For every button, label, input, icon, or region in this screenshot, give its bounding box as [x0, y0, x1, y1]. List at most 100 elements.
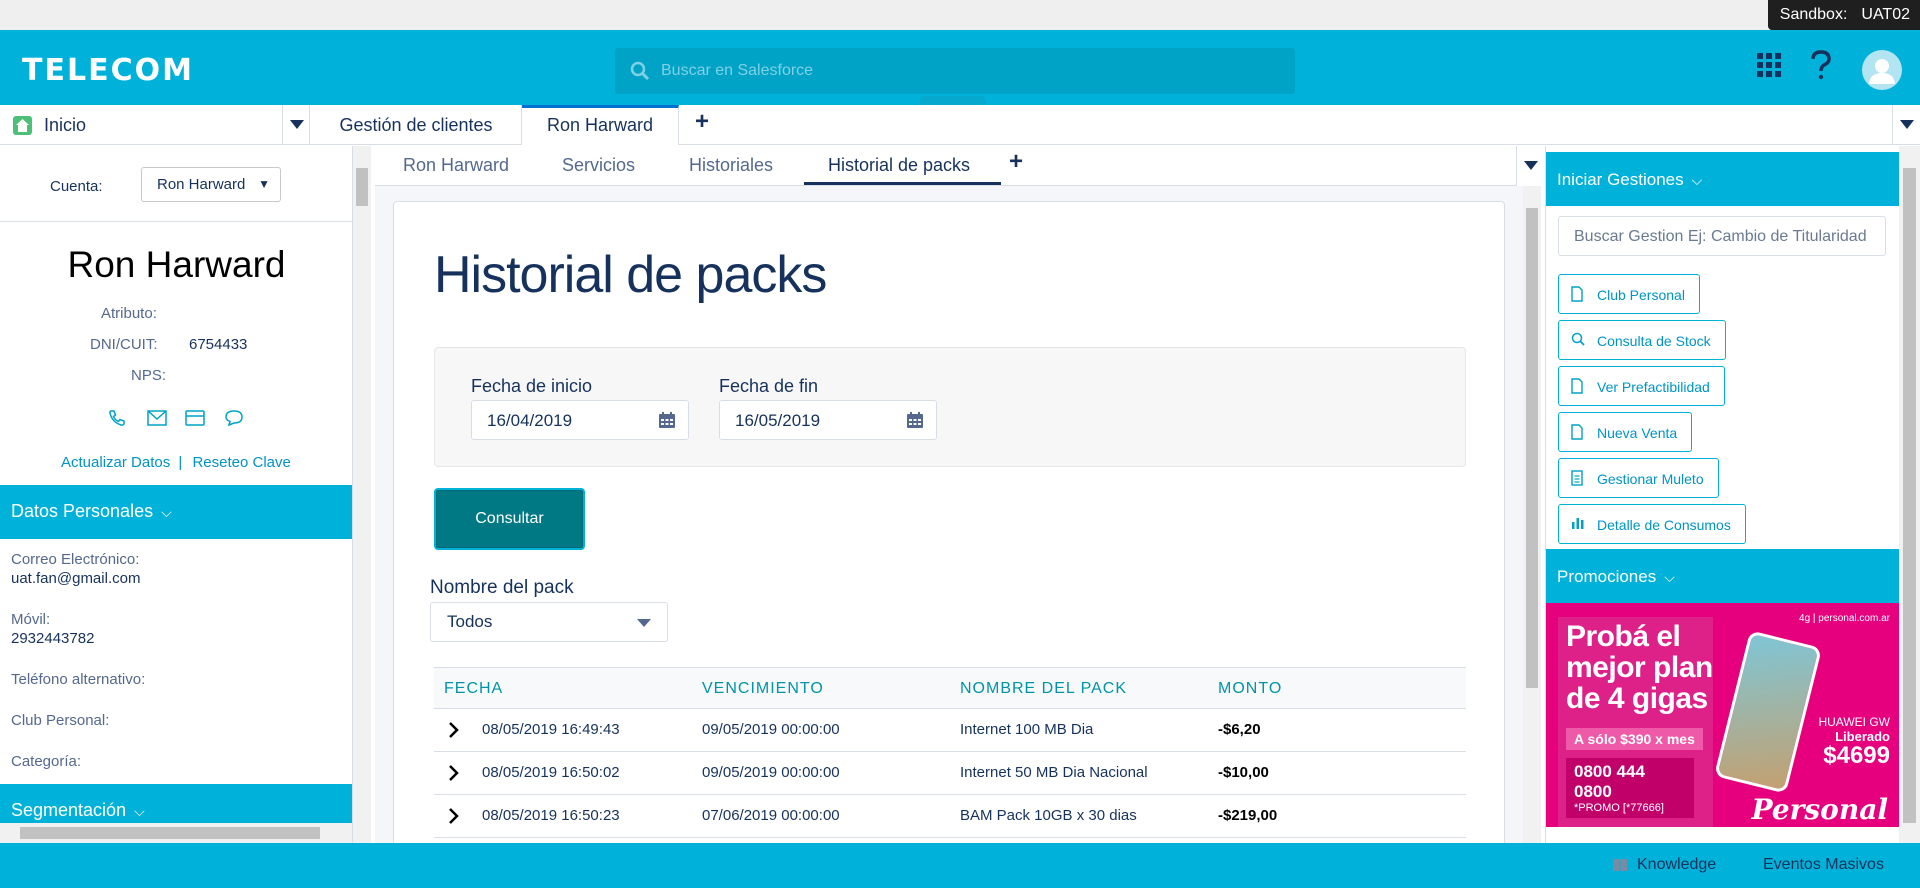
column-header-vencimiento[interactable]: VENCIMIENTO: [702, 680, 824, 698]
card-icon[interactable]: [185, 410, 205, 426]
subtab-overflow-dropdown[interactable]: [1516, 146, 1544, 186]
phone-icon[interactable]: [108, 409, 126, 427]
consultar-button[interactable]: Consultar: [434, 488, 585, 550]
workspace-tab-bar: Inicio Gestión de clientes Ron Harward +: [0, 105, 1920, 145]
table-row[interactable]: 08/05/2019 16:49:43 09/05/2019 00:00:00 …: [434, 709, 1466, 752]
button-label: Ver Prefactibilidad: [1597, 379, 1710, 395]
promo-phone-number: 0800 444 0800: [1574, 762, 1645, 801]
device-price: $4699: [1823, 742, 1890, 769]
subtab-servicios[interactable]: Servicios: [562, 155, 635, 176]
scrollbar-thumb[interactable]: [20, 827, 320, 839]
tab-label: Ron Harward: [546, 115, 654, 135]
correo-value: uat.fan@gmail.com: [11, 570, 141, 587]
chevron-right-icon[interactable]: [448, 807, 460, 825]
nueva-venta-button[interactable]: Nueva Venta: [1558, 412, 1693, 452]
tab-ron-harward[interactable]: Ron Harward: [522, 105, 679, 145]
tab-label: Gestión de clientes: [339, 115, 493, 135]
reseteo-clave-link[interactable]: Reseteo Clave: [192, 454, 290, 471]
tab-inicio[interactable]: Inicio: [0, 105, 310, 145]
page-title: Historial de packs: [434, 246, 827, 304]
promo-tag: 4g | personal.com.ar: [1799, 613, 1890, 624]
sandbox-badge: Sandbox: UAT02: [1767, 0, 1920, 30]
home-icon: [13, 116, 32, 135]
tab-inicio-dropdown[interactable]: [282, 105, 310, 145]
knowledge-utility[interactable]: Knowledge: [1637, 856, 1716, 874]
column-header-fecha[interactable]: FECHA: [444, 680, 503, 698]
help-icon[interactable]: [1810, 50, 1832, 80]
dni-value: 6754433: [189, 336, 248, 353]
categoria-label: Categoría:: [11, 753, 82, 770]
subtab-historiales[interactable]: Historiales: [689, 155, 773, 176]
document-icon: [1571, 378, 1583, 394]
movil-value: 2932443782: [11, 630, 95, 647]
correo-label: Correo Electrónico:: [11, 551, 140, 568]
chevron-down-icon: [637, 619, 651, 627]
consulta-stock-button[interactable]: Consulta de Stock: [1558, 320, 1726, 360]
account-links: Actualizar Datos | Reseteo Clave: [61, 454, 291, 471]
gestion-search-placeholder: Buscar Gestion Ej: Cambio de Titularidad: [1574, 228, 1867, 245]
section-title: Promociones: [1557, 567, 1657, 586]
promo-banner[interactable]: Probá el mejor plan de 4 gigas A sólo $3…: [1546, 603, 1900, 827]
add-subtab-icon[interactable]: +: [1009, 148, 1023, 176]
bar-chart-icon: [1572, 518, 1584, 529]
user-avatar[interactable]: [1862, 50, 1902, 90]
left-vertical-scrollbar[interactable]: [353, 146, 371, 843]
club-personal-button[interactable]: Club Personal: [1558, 274, 1700, 314]
search-icon: [630, 61, 650, 81]
promociones-header[interactable]: Promociones ⌵: [1546, 549, 1900, 603]
promo-device-info: HUAWEI GW Liberado $4699: [1818, 715, 1890, 768]
section-title: Segmentación: [11, 800, 127, 820]
detalle-consumos-button[interactable]: Detalle de Consumos: [1558, 504, 1746, 544]
scrollbar-thumb[interactable]: [1903, 168, 1916, 823]
main-content: Ron Harward Servicios Historiales Histor…: [375, 146, 1544, 851]
table-header: FECHA VENCIMIENTO NOMBRE DEL PACK MONTO: [434, 667, 1466, 709]
datos-personales-header[interactable]: Datos Personales ⌵: [0, 485, 352, 539]
horizontal-scrollbar[interactable]: [0, 823, 352, 843]
global-search[interactable]: Buscar en Salesforce: [615, 48, 1295, 94]
calendar-icon[interactable]: [906, 411, 924, 429]
scrollbar-thumb[interactable]: [1526, 208, 1538, 688]
chevron-down-icon: [1524, 161, 1538, 170]
subtab-historial-packs[interactable]: Historial de packs: [828, 155, 970, 176]
actualizar-datos-link[interactable]: Actualizar Datos: [61, 454, 170, 471]
right-vertical-scrollbar[interactable]: [1899, 146, 1920, 843]
table-row[interactable]: 08/05/2019 16:50:02 09/05/2019 00:00:00 …: [434, 752, 1466, 795]
tabbar-overflow-dropdown[interactable]: [1892, 105, 1920, 145]
email-icon[interactable]: [147, 410, 167, 426]
fecha-inicio-input[interactable]: 16/04/2019: [471, 400, 689, 440]
center-vertical-scrollbar[interactable]: [1523, 186, 1541, 843]
date-filter-box: Fecha de inicio 16/04/2019 Fecha de fin …: [434, 347, 1466, 467]
nombre-pack-select[interactable]: Todos: [430, 602, 668, 642]
chevron-down-icon: ⌵: [1664, 569, 1675, 585]
tab-gestion-clientes[interactable]: Gestión de clientes: [311, 105, 522, 145]
column-header-monto[interactable]: MONTO: [1218, 680, 1282, 698]
divider: [0, 221, 352, 222]
gestion-search-input[interactable]: Buscar Gestion Ej: Cambio de Titularidad: [1558, 216, 1886, 256]
utility-bar: Knowledge Eventos Masivos: [0, 843, 1920, 888]
app-launcher-icon[interactable]: [1756, 52, 1782, 78]
ver-prefactibilidad-button[interactable]: Ver Prefactibilidad: [1558, 366, 1725, 406]
clipboard-icon: [1571, 470, 1583, 486]
chevron-right-icon[interactable]: [448, 721, 460, 739]
eventos-masivos-utility[interactable]: Eventos Masivos: [1763, 856, 1884, 874]
atributo-label: Atributo:: [101, 305, 157, 322]
nombre-pack-label: Nombre del pack: [430, 577, 574, 598]
gestionar-muleto-button[interactable]: Gestionar Muleto: [1558, 458, 1719, 498]
subtab-ron-harward[interactable]: Ron Harward: [403, 155, 509, 176]
add-tab-icon[interactable]: +: [695, 108, 709, 136]
iniciar-gestiones-header[interactable]: Iniciar Gestiones ⌵: [1546, 152, 1900, 206]
user-icon: [1869, 59, 1895, 84]
scrollbar-thumb[interactable]: [356, 168, 368, 206]
column-header-nombre-pack[interactable]: NOMBRE DEL PACK: [960, 680, 1127, 698]
headline-line: mejor plan: [1566, 651, 1713, 684]
telefono-alternativo-label: Teléfono alternativo:: [11, 671, 146, 688]
chevron-down-icon: ⌵: [1691, 172, 1703, 188]
calendar-icon[interactable]: [658, 411, 676, 429]
cuenta-select[interactable]: Ron Harward ▼: [141, 167, 281, 202]
fecha-fin-input[interactable]: 16/05/2019: [719, 400, 937, 440]
chevron-right-icon[interactable]: [448, 764, 460, 782]
fecha-fin-value: 16/05/2019: [735, 411, 821, 430]
chat-icon[interactable]: [224, 409, 244, 427]
telecom-logo: TELECOM: [22, 53, 194, 88]
table-row[interactable]: 08/05/2019 16:50:23 07/06/2019 00:00:00 …: [434, 795, 1466, 838]
